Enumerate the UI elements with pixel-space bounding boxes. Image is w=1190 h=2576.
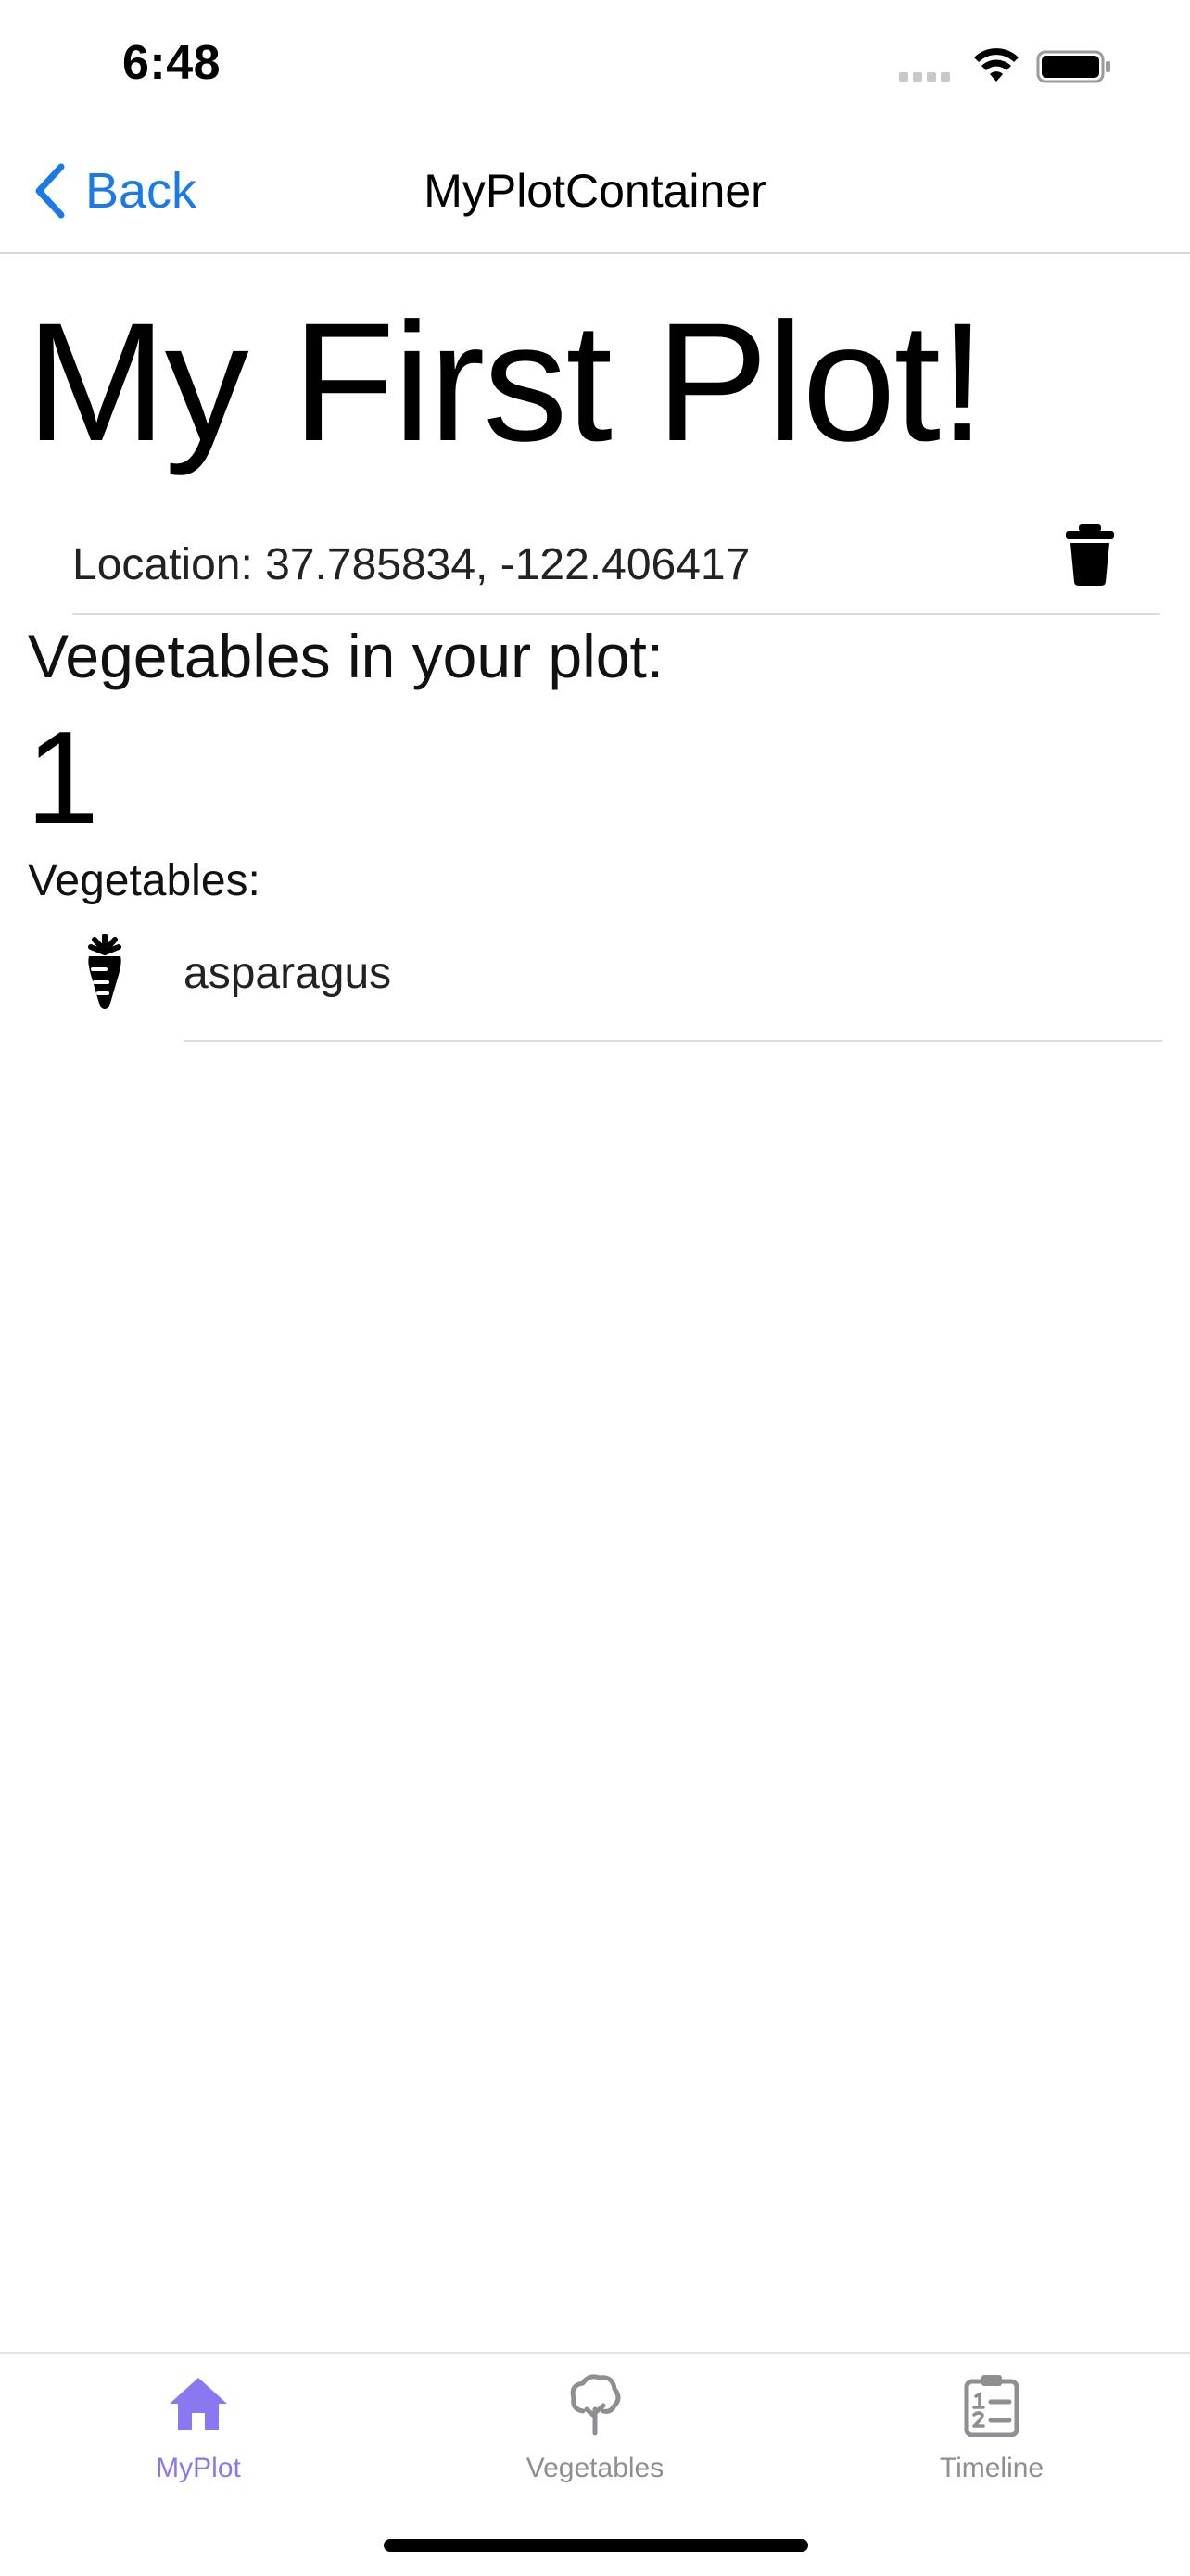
clipboard-list-icon: [964, 2375, 1019, 2437]
tree-icon: [570, 2374, 621, 2436]
cellular-signal-icon: [899, 72, 950, 82]
location-text: Location: 37.785834, -122.406417: [72, 540, 751, 589]
vegetables-list-label: Vegetables:: [28, 856, 260, 905]
vegetables-count: 1: [26, 704, 99, 852]
wifi-icon: [974, 48, 1019, 82]
vegetable-name: asparagus: [184, 949, 392, 998]
status-time: 6:48: [122, 36, 222, 90]
tab-timeline[interactable]: Timeline: [853, 2372, 1131, 2511]
carrot-icon: [88, 934, 121, 1009]
vegetables-count-label: Vegetables in your plot:: [28, 622, 665, 690]
home-indicator: [384, 2539, 808, 2552]
nav-title: MyPlotContainer: [424, 165, 766, 217]
tab-vegetables[interactable]: Vegetables: [456, 2372, 734, 2511]
navigation-bar: Back MyPlotContainer: [0, 130, 1190, 254]
status-bar: 6:48: [0, 0, 1190, 130]
location-row: Location: 37.785834, -122.406417: [72, 500, 1160, 615]
trash-icon[interactable]: [1062, 523, 1118, 587]
tab-myplot[interactable]: MyPlot: [59, 2372, 337, 2511]
tab-label: MyPlot: [156, 2453, 241, 2483]
vegetable-list-item[interactable]: asparagus: [0, 925, 1190, 1043]
tab-label: Timeline: [939, 2453, 1044, 2483]
tab-label: Vegetables: [525, 2453, 665, 2483]
battery-icon: [1036, 50, 1110, 83]
plot-title: My First Plot!: [26, 287, 986, 476]
list-divider: [184, 1040, 1162, 1042]
house-icon: [170, 2378, 227, 2430]
